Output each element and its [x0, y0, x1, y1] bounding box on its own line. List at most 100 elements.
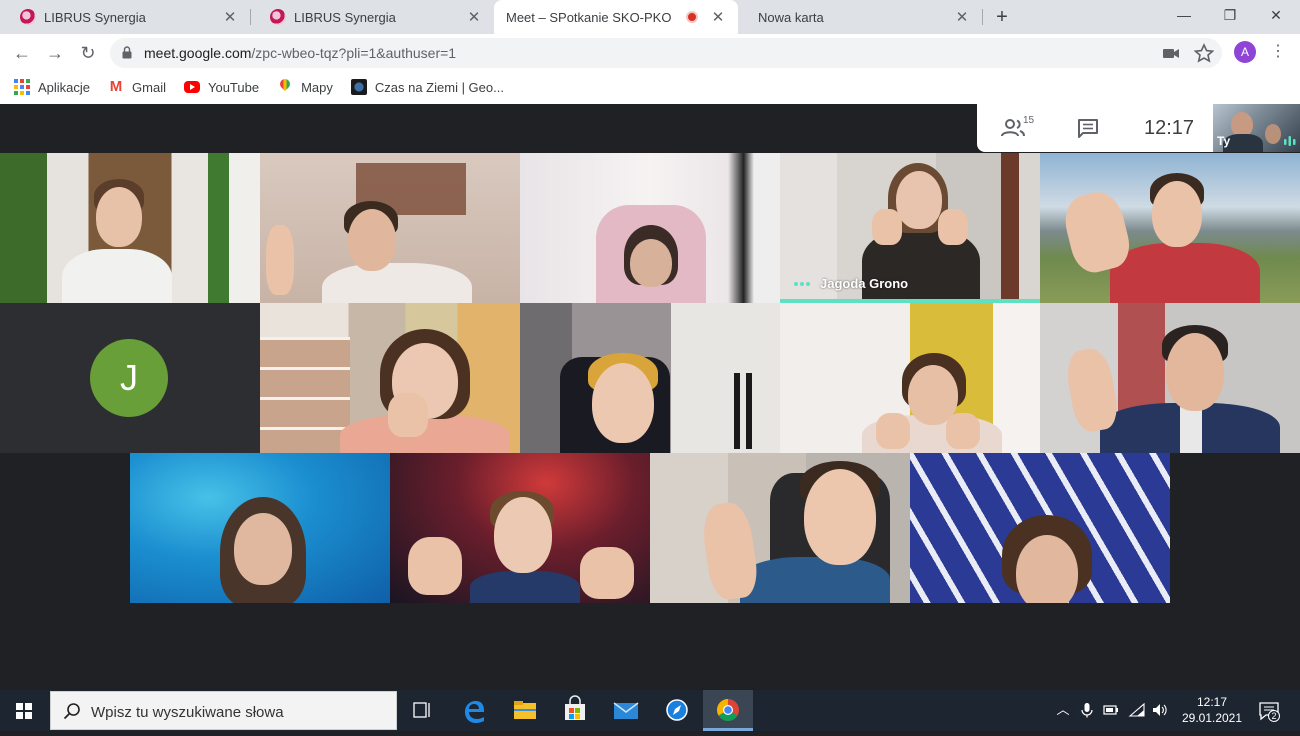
librus-icon [270, 9, 286, 25]
forward-button[interactable]: → [42, 40, 68, 66]
apps-grid-icon [14, 79, 30, 95]
task-view-button[interactable] [397, 690, 447, 731]
tab-librus-2[interactable]: LIBRUS Synergia ✕ [250, 0, 494, 34]
url-text[interactable]: meet.google.com/zpc-wbeo-tqz?pli=1&authu… [144, 45, 456, 61]
taskbar-search[interactable]: Wpisz tu wyszukiwane słowa [50, 691, 397, 730]
notification-count-badge: 2 [1268, 710, 1280, 722]
earth-icon [350, 79, 367, 95]
self-face-2 [1265, 124, 1281, 144]
participant-avatar: J [90, 339, 168, 417]
tab-title: LIBRUS Synergia [294, 9, 396, 25]
browser-toolbar: ← → ↻ meet.google.com/zpc-wbeo-tqz?pli=1… [0, 34, 1300, 72]
participant-tile[interactable] [780, 303, 1040, 453]
maps-icon [277, 79, 293, 95]
close-icon[interactable]: ✕ [952, 8, 972, 26]
self-view-tile[interactable]: Ty [1213, 104, 1300, 152]
start-button[interactable] [0, 690, 48, 731]
mail-icon [613, 702, 639, 719]
new-tab-button[interactable]: + [990, 6, 1014, 28]
bookmark-maps[interactable]: Mapy [277, 79, 333, 95]
participant-tile-no-video[interactable]: J [0, 303, 260, 453]
file-explorer-button[interactable] [500, 690, 550, 731]
participant-tile[interactable] [260, 303, 520, 453]
tab-title: Meet – SPotkanie SKO-PKO [506, 9, 672, 25]
tab-strip: LIBRUS Synergia ✕ LIBRUS Synergia ✕ Meet… [0, 0, 1300, 120]
profile-avatar[interactable]: A [1234, 41, 1256, 63]
speaking-indicator-icon [794, 281, 812, 286]
window-close-button[interactable]: ✕ [1253, 4, 1299, 28]
participant-tile[interactable] [0, 153, 260, 303]
bookmark-apps[interactable]: Aplikacje [14, 79, 90, 95]
bookmark-label: Czas na Ziemi | Geo... [374, 79, 504, 95]
participant-tile[interactable] [1040, 303, 1300, 453]
meeting-clock: 12:17 [1144, 117, 1195, 139]
self-view-label: Ty [1217, 134, 1231, 148]
bookmark-label: YouTube [207, 79, 260, 95]
minimize-button[interactable]: — [1161, 4, 1207, 28]
recording-indicator-icon [686, 11, 698, 23]
task-view-icon [413, 702, 430, 718]
tab-title: LIBRUS Synergia [44, 9, 146, 25]
battery-icon[interactable] [1102, 702, 1120, 718]
participant-name-label: Jagoda Grono [794, 276, 908, 291]
participant-tile[interactable] [130, 453, 390, 603]
audio-level-icon [1284, 136, 1296, 146]
participants-count: 15 [1023, 115, 1035, 126]
volume-icon[interactable] [1151, 702, 1169, 718]
url-host: meet.google.com [144, 45, 252, 61]
browser-app-button[interactable] [652, 690, 702, 731]
safari-like-icon [666, 699, 688, 721]
close-icon[interactable]: ✕ [708, 8, 728, 26]
edge-button[interactable] [450, 690, 500, 731]
participant-tile[interactable] [260, 153, 520, 303]
store-icon [565, 695, 585, 720]
windows-icon [16, 703, 32, 719]
bookmark-youtube[interactable]: YouTube [183, 79, 260, 95]
microphone-icon[interactable] [1078, 702, 1096, 718]
wifi-icon[interactable] [1128, 702, 1146, 718]
bookmark-gmail[interactable]: M Gmail [108, 79, 166, 95]
chat-icon[interactable] [1077, 118, 1099, 138]
maximize-button[interactable]: ❐ [1207, 4, 1253, 28]
clock-date: 29.01.2021 [1181, 711, 1243, 725]
librus-icon [20, 9, 36, 25]
system-clock[interactable]: 12:17 29.01.2021 [1180, 694, 1244, 726]
address-bar[interactable]: meet.google.com/zpc-wbeo-tqz?pli=1&authu… [110, 38, 1222, 68]
participant-tile[interactable] [520, 153, 780, 303]
url-path: /zpc-wbeo-tqz?pli=1&authuser=1 [251, 45, 457, 61]
search-icon [63, 703, 80, 720]
edge-icon [465, 701, 484, 723]
participant-tile-speaking[interactable]: Jagoda Grono [780, 153, 1040, 303]
tab-new[interactable]: Nowa karta ✕ [738, 0, 982, 34]
close-icon[interactable]: ✕ [464, 8, 484, 26]
lock-icon[interactable] [122, 46, 132, 59]
back-button[interactable]: ← [9, 40, 35, 66]
bookmark-earth[interactable]: Czas na Ziemi | Geo... [350, 79, 504, 95]
chrome-button[interactable] [703, 690, 753, 731]
close-icon[interactable]: ✕ [220, 8, 240, 26]
bookmark-label: Gmail [132, 79, 166, 95]
mail-button[interactable] [601, 690, 651, 731]
star-icon[interactable] [1193, 43, 1215, 63]
store-button[interactable] [550, 690, 600, 731]
participant-tile[interactable] [520, 303, 780, 453]
participant-tile[interactable] [390, 453, 650, 603]
reload-button[interactable]: ↻ [75, 40, 101, 66]
tab-divider [982, 9, 983, 25]
participant-tile[interactable] [650, 453, 910, 603]
participant-tile[interactable] [910, 453, 1170, 603]
participant-tile[interactable] [1040, 153, 1300, 303]
gmail-icon: M [109, 78, 123, 95]
tab-meet[interactable]: Meet – SPotkanie SKO-PKO ✕ [494, 0, 738, 120]
file-explorer-icon [514, 701, 536, 719]
bookmarks-bar: Aplikacje M Gmail YouTube Mapy Czas na Z… [0, 72, 1300, 102]
chevron-up-icon[interactable]: ︿ [1054, 702, 1072, 718]
youtube-icon [183, 81, 200, 93]
meet-call-area: 15 12:17 Ty Jagoda Grono J [0, 104, 1300, 690]
camera-icon[interactable] [1160, 43, 1182, 63]
tab-librus-1[interactable]: LIBRUS Synergia ✕ [0, 0, 250, 34]
participant-name: Jagoda Grono [820, 276, 909, 291]
tab-title: Nowa karta [758, 9, 824, 25]
clock-time: 12:17 [1196, 695, 1228, 709]
more-menu-icon[interactable]: ⋮ [1268, 40, 1288, 64]
